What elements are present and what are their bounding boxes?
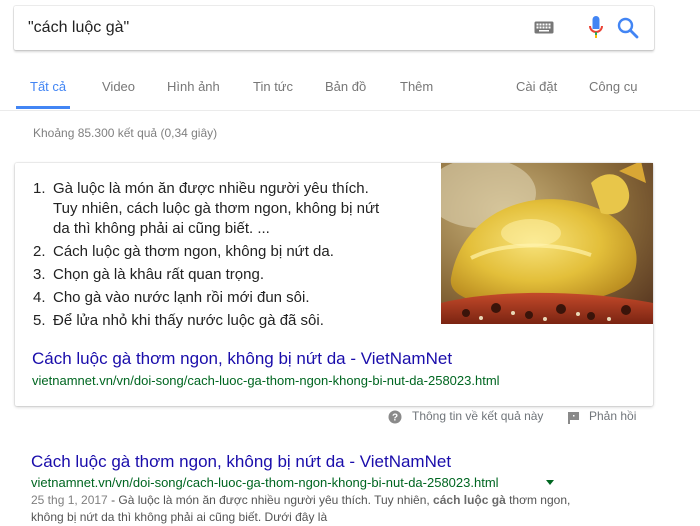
tab-maps[interactable]: Bản đồ xyxy=(325,79,366,94)
result-snippet: 25 thg 1, 2017 - Gà luộc là món ăn được … xyxy=(31,493,571,524)
tab-bar: Tất cả Video Hình ảnh Tin tức Bản đồ Thê… xyxy=(0,50,700,111)
tab-video[interactable]: Video xyxy=(102,79,135,94)
microphone-icon[interactable] xyxy=(589,16,603,45)
snippet-item: 2. Cách luộc gà thơm ngon, không bị nứt … xyxy=(33,243,334,260)
search-input[interactable]: "cách luộc gà" xyxy=(28,19,129,37)
svg-text:?: ? xyxy=(392,413,398,424)
featured-snippet: 1. Gà luộc là món ăn được nhiều người yê… xyxy=(15,163,653,406)
snippet-item: 3. Chọn gà là khâu rất quan trọng. xyxy=(33,266,264,283)
tab-images[interactable]: Hình ảnh xyxy=(167,79,220,94)
result-url: vietnamnet.vn/vn/doi-song/cach-luoc-ga-t… xyxy=(31,475,499,490)
about-result-link[interactable]: Thông tin về kết quả này xyxy=(412,409,543,423)
help-icon[interactable]: ? xyxy=(388,410,402,429)
boiled-chicken-image[interactable] xyxy=(441,163,653,324)
tab-news[interactable]: Tin tức xyxy=(253,79,293,94)
result-menu-arrow-icon[interactable] xyxy=(546,480,554,485)
feedback-flag-icon[interactable] xyxy=(568,411,580,429)
feedback-link[interactable]: Phản hồi xyxy=(589,409,636,423)
tab-all[interactable]: Tất cả xyxy=(30,79,66,94)
tab-tools[interactable]: Công cụ xyxy=(589,79,637,94)
keyboard-icon[interactable] xyxy=(534,21,554,39)
search-box[interactable]: "cách luộc gà" xyxy=(14,6,654,50)
result-title-link[interactable]: Cách luộc gà thơm ngon, không bị nứt da … xyxy=(31,452,451,472)
snippet-list: 1. Gà luộc là món ăn được nhiều người yê… xyxy=(33,179,418,334)
snippet-item: 4. Cho gà vào nước lạnh rồi mới đun sôi. xyxy=(33,289,310,306)
active-tab-indicator xyxy=(16,106,70,109)
result-stats: Khoảng 85.300 kết quả (0,34 giây) xyxy=(33,126,218,140)
snippet-item: 5. Để lửa nhỏ khi thấy nước luộc gà đã s… xyxy=(33,312,324,329)
snippet-source-link[interactable]: Cách luộc gà thơm ngon, không bị nứt da … xyxy=(32,349,452,369)
snippet-item: 1. Gà luộc là món ăn được nhiều người yê… xyxy=(33,180,380,237)
tab-more[interactable]: Thêm xyxy=(400,79,433,94)
snippet-source-url: vietnamnet.vn/vn/doi-song/cach-luoc-ga-t… xyxy=(32,373,500,388)
tab-settings[interactable]: Cài đặt xyxy=(516,79,557,94)
search-icon[interactable] xyxy=(617,17,639,44)
result-date: 25 thg 1, 2017 xyxy=(31,493,108,507)
